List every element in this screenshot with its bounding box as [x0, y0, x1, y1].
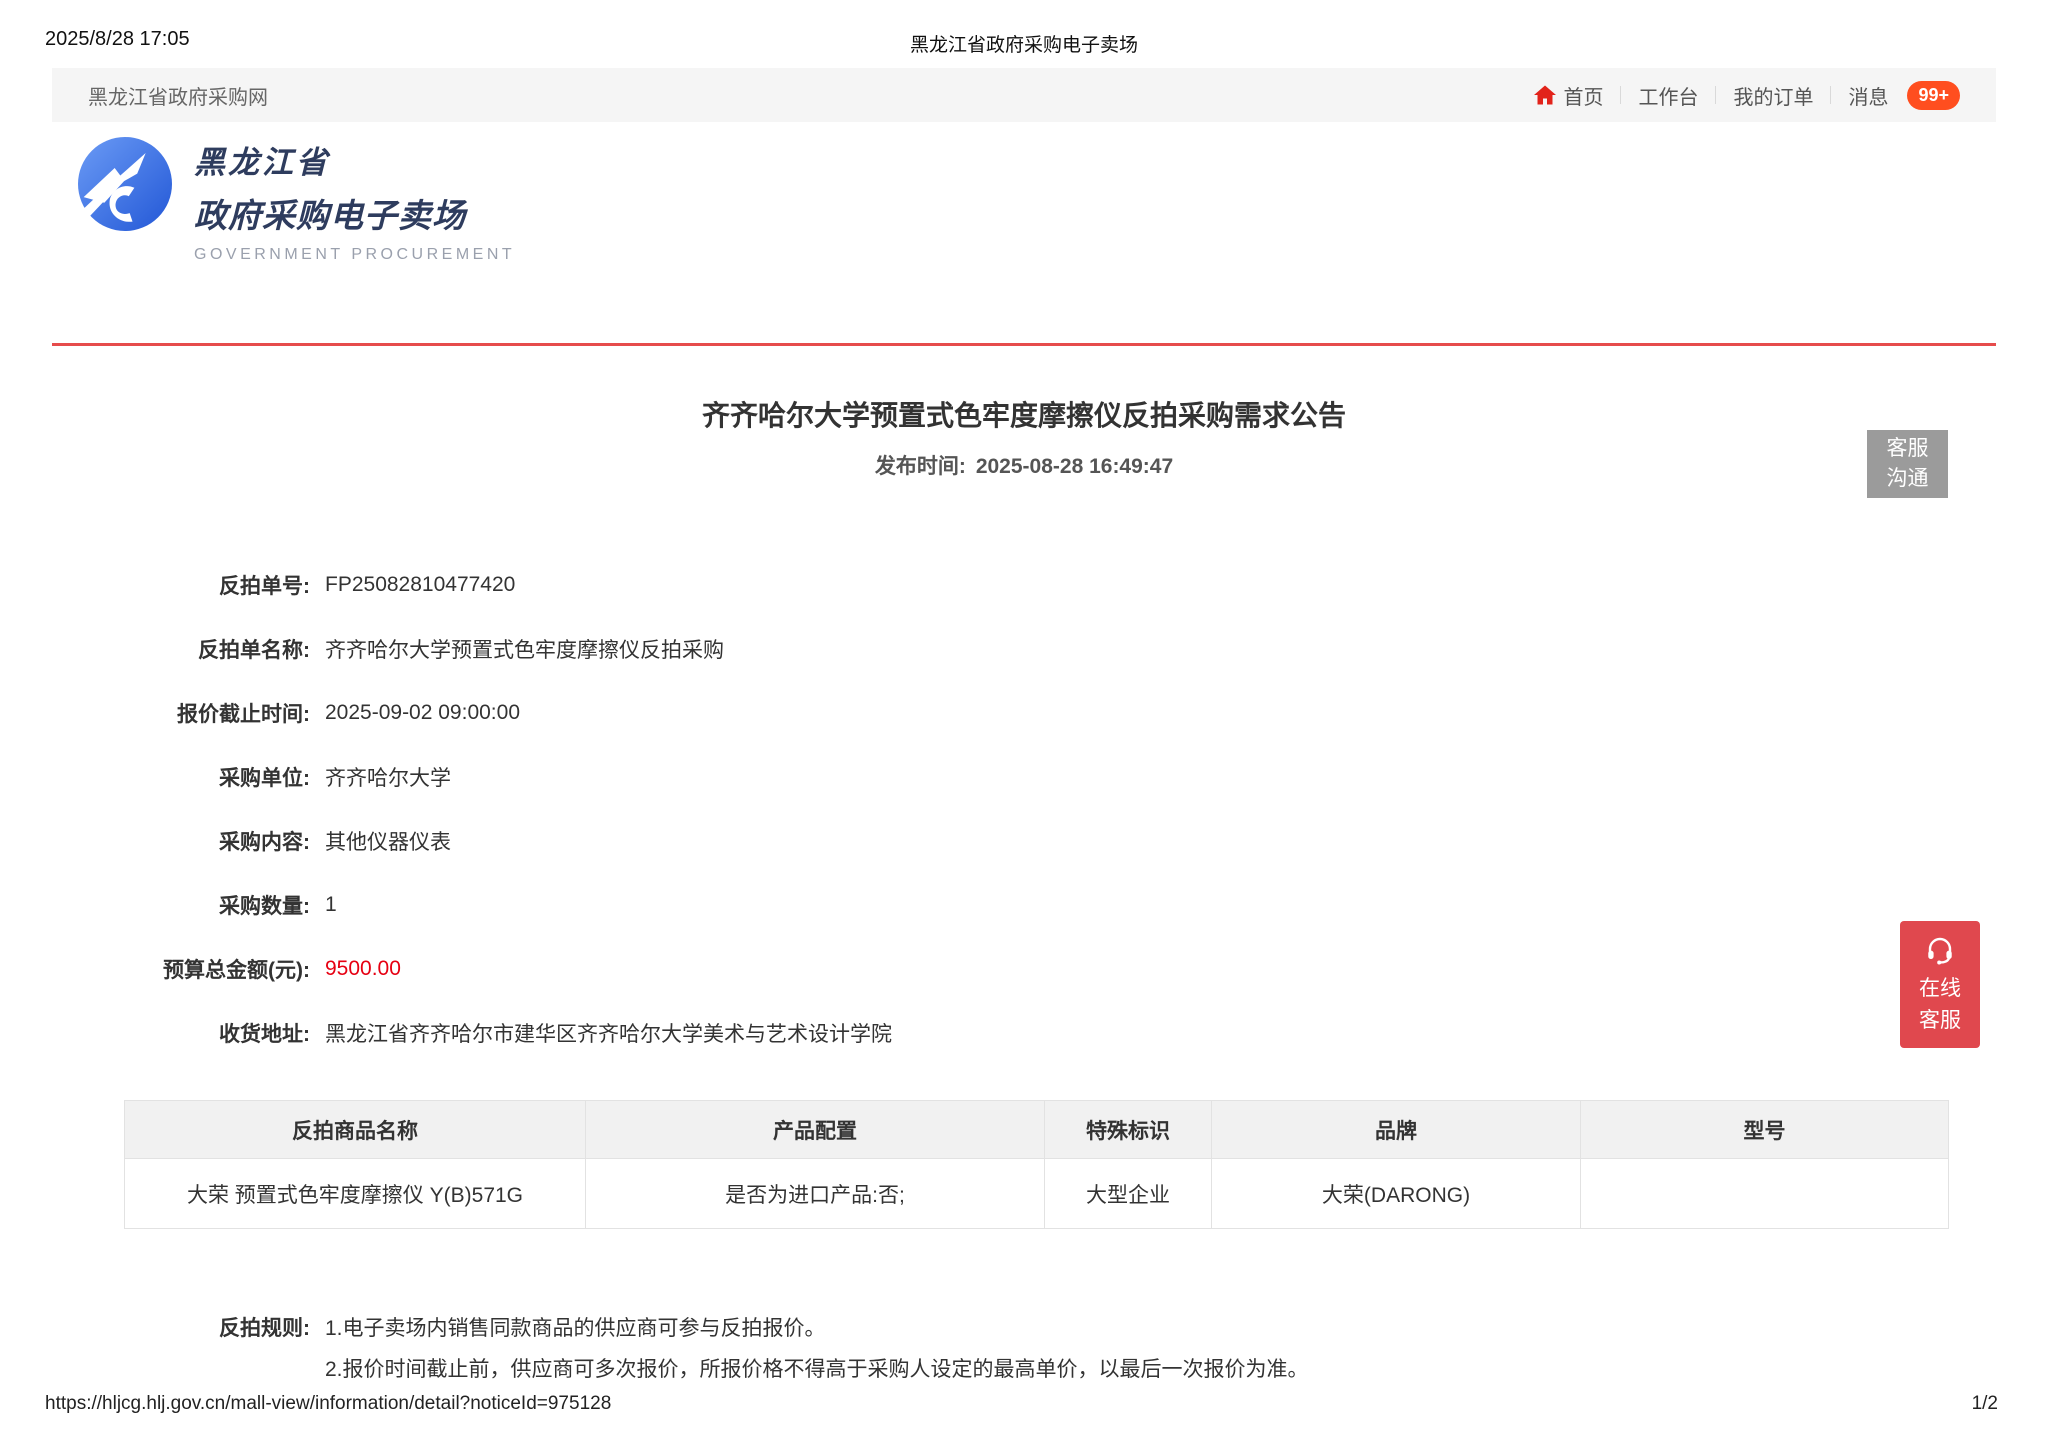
field-label: 报价截止时间:	[52, 698, 310, 728]
field-value: 1	[325, 893, 337, 917]
field-budget-total: 预算总金额(元): 9500.00	[52, 937, 892, 1001]
field-value: 齐齐哈尔大学	[325, 762, 451, 792]
red-divider	[52, 343, 1996, 346]
field-delivery-address: 收货地址: 黑龙江省齐齐哈尔市建华区齐齐哈尔大学美术与艺术设计学院	[52, 1001, 892, 1065]
field-auction-no: 反拍单号: FP25082810477420	[52, 553, 892, 617]
nav-item-messages[interactable]: 消息	[1831, 81, 1905, 110]
nav-item-workbench[interactable]: 工作台	[1621, 81, 1715, 110]
nav-item-label: 首页	[1563, 81, 1603, 110]
site-logo-text: 黑龙江省 政府采购电子卖场 GOVERNMENT PROCUREMENT	[194, 137, 515, 264]
rule-item-1: 1.电子卖场内销售同款商品的供应商可参与反拍报价。	[325, 1308, 1309, 1349]
field-purchase-content: 采购内容: 其他仪器仪表	[52, 809, 892, 873]
publish-time-label: 发布时间:	[875, 455, 966, 478]
col-header-special-mark: 特殊标识	[1045, 1101, 1212, 1159]
print-footer-page: 1/2	[1972, 1393, 1998, 1415]
cell-product-config: 是否为进口产品:否;	[586, 1159, 1045, 1229]
goods-table-header-row: 反拍商品名称 产品配置 特殊标识 品牌 型号	[125, 1101, 1949, 1159]
customer-service-box-line2: 沟通	[1887, 464, 1929, 494]
col-header-model: 型号	[1581, 1101, 1949, 1159]
notice-title: 齐齐哈尔大学预置式色牢度摩擦仪反拍采购需求公告	[0, 394, 2048, 434]
online-service-line2: 客服	[1919, 1005, 1961, 1037]
top-navbar: 黑龙江省政府采购网 首页 工作台 我的订单 消息 99+	[52, 68, 1996, 122]
publish-time-row: 发布时间: 2025-08-28 16:49:47	[0, 450, 2048, 480]
rules-label: 反拍规则:	[52, 1308, 310, 1349]
home-icon	[1533, 83, 1557, 107]
nav-item-label: 消息	[1848, 81, 1888, 110]
field-value: 2025-09-02 09:00:00	[325, 701, 520, 725]
online-service-button[interactable]: 在线 客服	[1900, 921, 1980, 1048]
cell-brand: 大荣(DARONG)	[1212, 1159, 1581, 1229]
site-logo-icon	[78, 137, 172, 231]
field-auction-name: 反拍单名称: 齐齐哈尔大学预置式色牢度摩擦仪反拍采购	[52, 617, 892, 681]
cell-product-name: 大荣 预置式色牢度摩擦仪 Y(B)571G	[125, 1159, 586, 1229]
headset-icon	[1924, 933, 1956, 965]
col-header-product-config: 产品配置	[586, 1101, 1045, 1159]
notice-fields: 反拍单号: FP25082810477420 反拍单名称: 齐齐哈尔大学预置式色…	[52, 553, 892, 1065]
field-label: 采购内容:	[52, 826, 310, 856]
rules-body: 1.电子卖场内销售同款商品的供应商可参与反拍报价。 2.报价时间截止前，供应商可…	[325, 1308, 1309, 1390]
field-label: 收货地址:	[52, 1018, 310, 1048]
site-name-link[interactable]: 黑龙江省政府采购网	[88, 81, 268, 110]
field-label: 采购数量:	[52, 890, 310, 920]
logo-line1: 黑龙江省	[194, 137, 515, 182]
logo-line2: 政府采购电子卖场	[194, 189, 515, 237]
navbar-menu: 首页 工作台 我的订单 消息 99+	[1533, 81, 1960, 110]
field-value: FP25082810477420	[325, 573, 515, 597]
field-label: 反拍单号:	[52, 570, 310, 600]
field-label: 反拍单名称:	[52, 634, 310, 664]
field-value-budget: 9500.00	[325, 957, 401, 981]
field-purchaser: 采购单位: 齐齐哈尔大学	[52, 745, 892, 809]
nav-item-label: 工作台	[1638, 81, 1698, 110]
message-count-badge[interactable]: 99+	[1907, 81, 1960, 110]
col-header-brand: 品牌	[1212, 1101, 1581, 1159]
field-quote-deadline: 报价截止时间: 2025-09-02 09:00:00	[52, 681, 892, 745]
nav-item-my-orders[interactable]: 我的订单	[1716, 81, 1830, 110]
field-quantity: 采购数量: 1	[52, 873, 892, 937]
cell-special-mark: 大型企业	[1045, 1159, 1212, 1229]
rule-item-2: 2.报价时间截止前，供应商可多次报价，所报价格不得高于采购人设定的最高单价，以最…	[325, 1349, 1309, 1390]
field-label: 采购单位:	[52, 762, 310, 792]
nav-item-label: 我的订单	[1733, 81, 1813, 110]
site-logo[interactable]: 黑龙江省 政府采购电子卖场 GOVERNMENT PROCUREMENT	[78, 137, 515, 264]
col-header-product-name: 反拍商品名称	[125, 1101, 586, 1159]
customer-service-box-line1: 客服	[1887, 434, 1929, 464]
field-value: 其他仪器仪表	[325, 826, 451, 856]
customer-service-box[interactable]: 客服 沟通	[1867, 430, 1948, 498]
field-label: 预算总金额(元):	[52, 954, 310, 984]
goods-table: 反拍商品名称 产品配置 特殊标识 品牌 型号 大荣 预置式色牢度摩擦仪 Y(B)…	[124, 1100, 1949, 1229]
logo-line3: GOVERNMENT PROCUREMENT	[194, 246, 515, 264]
auction-rules: 反拍规则: 1.电子卖场内销售同款商品的供应商可参与反拍报价。 2.报价时间截止…	[52, 1308, 1309, 1390]
print-doc-title: 黑龙江省政府采购电子卖场	[0, 30, 2048, 57]
field-value: 黑龙江省齐齐哈尔市建华区齐齐哈尔大学美术与艺术设计学院	[325, 1018, 892, 1048]
field-value: 齐齐哈尔大学预置式色牢度摩擦仪反拍采购	[325, 634, 724, 664]
online-service-line1: 在线	[1919, 973, 1961, 1005]
print-footer-url: https://hljcg.hlj.gov.cn/mall-view/infor…	[45, 1393, 611, 1415]
publish-time-value: 2025-08-28 16:49:47	[976, 455, 1173, 478]
nav-item-home[interactable]: 首页	[1533, 81, 1620, 110]
cell-model	[1581, 1159, 1949, 1229]
table-row: 大荣 预置式色牢度摩擦仪 Y(B)571G 是否为进口产品:否; 大型企业 大荣…	[125, 1159, 1949, 1229]
